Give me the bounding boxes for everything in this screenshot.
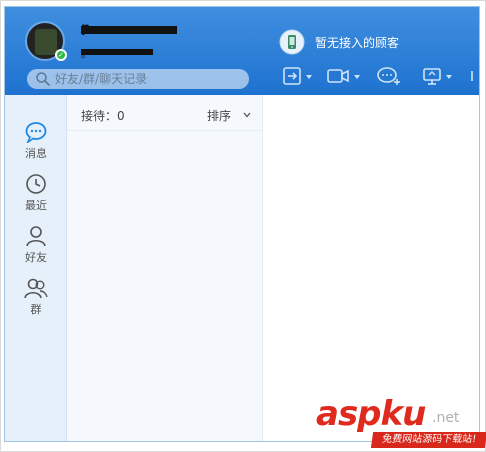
list-header: 接待：0 排序 [67,95,263,131]
video-call-button[interactable] [325,65,351,89]
chevron-down-icon[interactable] [305,73,313,81]
search-icon [36,72,50,86]
session-list: 接待：0 排序 [67,95,263,441]
watermark-brand-b: ku [380,394,427,434]
clock-icon [26,174,46,194]
screen-share-button[interactable] [421,65,443,89]
sidebar-item-label: 最近 [25,199,47,212]
watermark-tagline: 免费网站源码下载站! [370,432,486,448]
watermark-logo: aspku [316,394,427,434]
more-tools-button[interactable] [467,65,477,89]
chevron-down-icon[interactable] [243,111,251,119]
chat-add-icon [377,67,400,85]
overflow-icon [471,71,473,81]
visitor-status: 暂无接入的顾客 [315,36,400,50]
video-icon [327,69,349,83]
chevron-down-icon[interactable] [353,73,361,81]
sidebar: 消息 最近 好友 群 [5,95,67,441]
im-window: ✓ p 。 暂无接入的顾客 [4,6,480,442]
header: ✓ p 。 暂无接入的顾客 [5,7,479,95]
sidebar-item-label: 群 [30,303,42,316]
reception-count: 接待：0 [81,109,125,123]
watermark-brand-a: asp [316,394,382,434]
watermark-suffix: .net [432,410,460,426]
search-input[interactable] [55,70,243,88]
message-icon [25,122,47,143]
sort-button[interactable]: 排序 [207,107,231,124]
transfer-icon [283,67,301,85]
nickname[interactable]: p [81,21,181,36]
search-box[interactable] [27,69,249,89]
avatar-image [35,29,57,55]
add-chat-button[interactable] [375,65,403,89]
signature[interactable]: 。 [81,45,153,61]
transfer-button[interactable] [281,65,303,89]
visitor-icon [279,29,305,55]
sidebar-item-label: 好友 [25,251,47,264]
sidebar-item-label: 消息 [25,147,47,160]
watermark: aspku .net 免费网站源码下载站! [312,394,486,452]
chevron-down-icon[interactable] [445,73,453,81]
sidebar-item-groups[interactable]: 群 [5,277,67,323]
online-status-icon: ✓ [55,49,67,61]
group-icon [24,278,48,299]
chat-area [263,95,479,441]
person-icon [26,226,46,247]
sidebar-item-recent[interactable]: 最近 [5,173,67,219]
sidebar-item-friends[interactable]: 好友 [5,225,67,271]
screen-share-icon [423,68,441,85]
sidebar-item-messages[interactable]: 消息 [5,121,67,167]
